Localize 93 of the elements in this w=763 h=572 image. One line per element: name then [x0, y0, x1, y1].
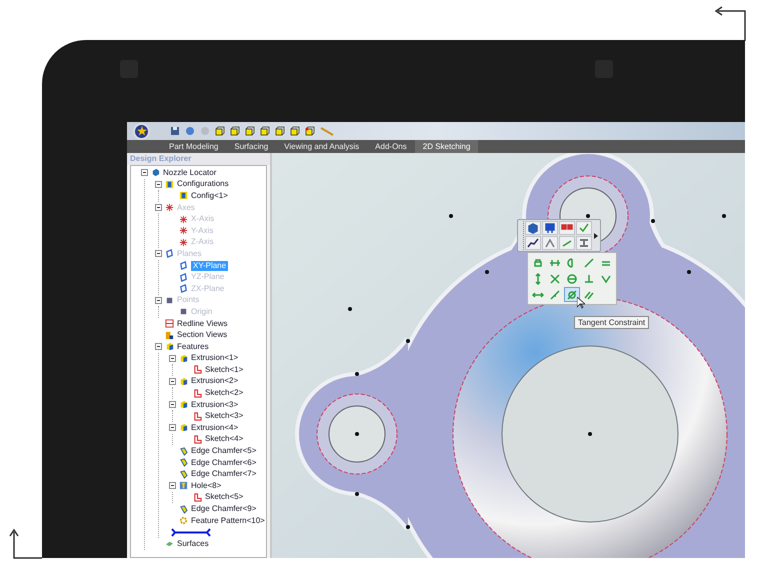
ribbon-tab[interactable]: Viewing and Analysis [276, 140, 368, 153]
part-icon [151, 168, 160, 178]
constraint-icon [549, 288, 561, 300]
cube-icon [179, 400, 188, 410]
constraint-icon [583, 288, 595, 300]
collapse-toggle[interactable] [169, 482, 176, 490]
tool-icon [544, 237, 556, 249]
toolbar-button[interactable] [525, 236, 541, 250]
tree-item[interactable]: Sketch<3> [205, 411, 244, 422]
axis-icon [179, 238, 188, 247]
tree-item[interactable]: Redline Views [177, 318, 228, 329]
tree-item[interactable]: Sketch<5> [205, 492, 244, 502]
cube-icon[interactable] [275, 126, 285, 136]
constraint-icon [566, 288, 578, 300]
tree-item[interactable]: Sketch<4> [205, 434, 244, 444]
tree-item[interactable]: Edge Chamfer<9> [191, 504, 256, 514]
constraint-icon [566, 272, 578, 284]
constraint-icon [549, 272, 561, 284]
tree-item[interactable]: Features [177, 342, 209, 352]
gear-icon [179, 516, 188, 526]
ribbon-tab[interactable]: 2D Sketching [414, 140, 478, 153]
tree-item[interactable]: Config<1> [191, 190, 228, 201]
tool-icon [544, 222, 556, 234]
axis-icon [165, 203, 174, 212]
panel-title: Design Explorer [127, 153, 270, 165]
ribbon-tab[interactable]: Part Modeling [161, 140, 226, 153]
cube-icon [179, 354, 188, 363]
sketch-icon [193, 412, 202, 421]
ribbon-tab[interactable]: Add-Ons [367, 140, 415, 153]
collapse-toggle[interactable] [169, 354, 176, 362]
tree-item[interactable]: Edge Chamfer<7> [191, 469, 256, 480]
tree-item[interactable]: Section Views [177, 330, 228, 340]
cube-icon[interactable] [215, 126, 225, 136]
surface-icon [165, 539, 174, 548]
cube-icon[interactable] [290, 126, 300, 136]
collapse-toggle[interactable] [141, 169, 148, 176]
tree-item[interactable]: Surfaces [177, 538, 209, 549]
app-logo-icon[interactable] [133, 122, 150, 140]
collapse-toggle[interactable] [169, 378, 176, 385]
toolbar-button[interactable] [542, 221, 558, 235]
tree-item[interactable]: Nozzle Locator [163, 168, 216, 178]
tree-item[interactable]: Edge Chamfer<6> [191, 458, 256, 468]
cube-icon[interactable] [260, 126, 270, 136]
corner-arrow-icon [8, 526, 44, 562]
sketch-icon [193, 492, 202, 502]
hole-icon [179, 481, 188, 490]
tree-item[interactable]: Hole<8> [191, 480, 222, 491]
cube-icon [179, 423, 188, 432]
constraint-icon [532, 256, 544, 268]
cube-icon[interactable] [305, 126, 315, 136]
save-icon[interactable] [170, 126, 180, 136]
toolbar-button[interactable] [525, 221, 541, 235]
point-icon [165, 296, 174, 305]
axis-icon [179, 226, 188, 236]
view-icon [165, 319, 174, 328]
tree-item[interactable]: Sketch<1> [205, 364, 244, 375]
rollback-bar-icon[interactable] [171, 528, 211, 537]
tree-item[interactable]: Extrusion<3> [191, 400, 238, 410]
arrow-icon [594, 232, 598, 238]
axis-icon [179, 214, 188, 224]
sketch-icon [193, 434, 202, 444]
ribbon-tab[interactable]: Surfacing [226, 140, 276, 153]
tool-icon [578, 222, 590, 234]
tree-item[interactable]: Feature Pattern<10> [191, 516, 265, 526]
tree-item[interactable]: Extrusion<1> [191, 353, 238, 364]
tool-icon [527, 237, 539, 249]
corner-arrow-icon [712, 6, 748, 42]
sketch-icon [193, 365, 202, 374]
constraint-icon [583, 272, 595, 284]
sketch-icon [193, 388, 202, 398]
tree-item[interactable]: Extrusion<2> [191, 376, 238, 386]
point-icon [179, 307, 188, 316]
circle-icon[interactable] [185, 126, 195, 136]
constraint-button[interactable] [564, 287, 580, 302]
cube-icon[interactable] [245, 126, 255, 136]
tree-item[interactable]: Edge Chamfer<5> [191, 446, 256, 456]
tree-item[interactable]: Extrusion<4> [191, 422, 238, 433]
collapse-toggle[interactable] [155, 180, 162, 188]
tool-icon [578, 237, 590, 249]
section-icon [165, 330, 174, 340]
toolbar-button[interactable] [576, 236, 592, 250]
tree-item[interactable]: Configurations [177, 179, 229, 190]
cursor-icon [577, 297, 585, 309]
tree-item[interactable]: Sketch<2> [205, 388, 244, 398]
collapse-toggle[interactable] [169, 424, 176, 432]
cube-icon [165, 342, 174, 352]
cube-icon[interactable] [230, 126, 240, 136]
tooltip: Tangent Constraint [574, 316, 650, 329]
cube-icon [179, 376, 188, 386]
collapse-toggle[interactable] [155, 343, 162, 350]
collapse-toggle[interactable] [169, 401, 176, 408]
constraint-icon [583, 256, 595, 268]
chamfer-icon [179, 504, 188, 514]
